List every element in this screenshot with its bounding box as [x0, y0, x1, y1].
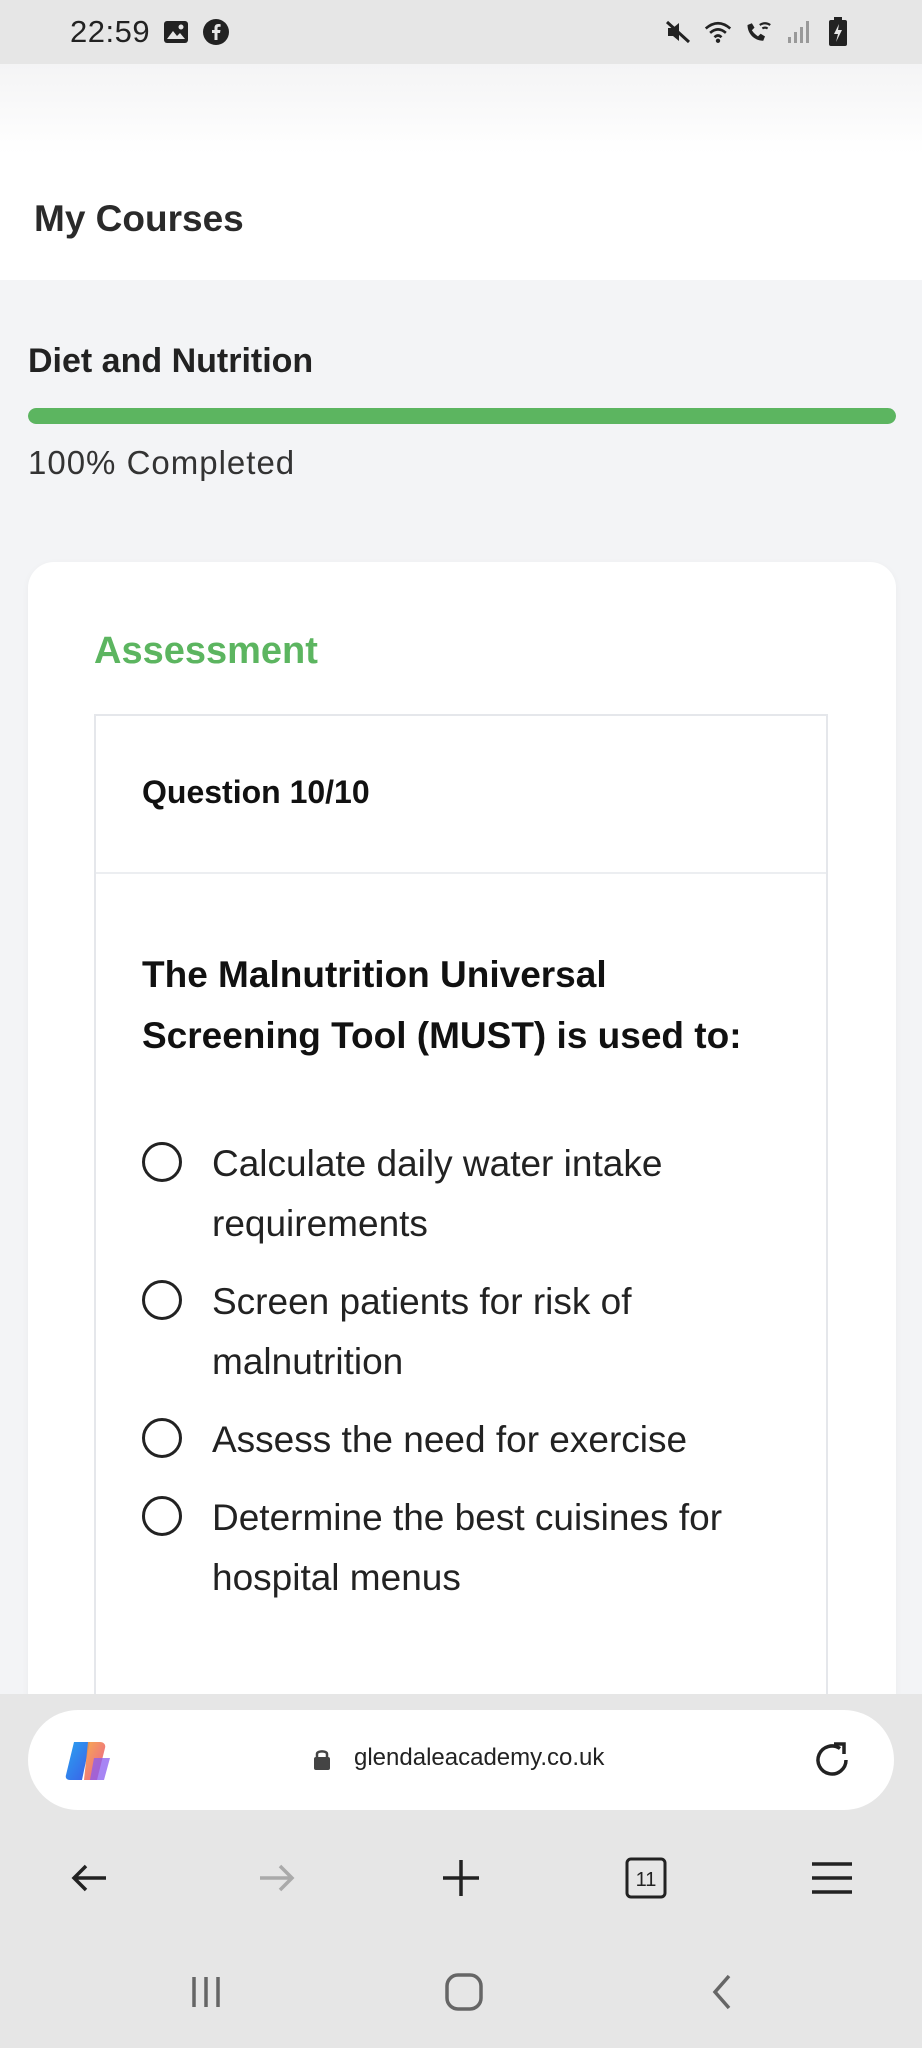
wifi-icon: [704, 18, 732, 46]
answer-option-label: Determine the best cuisines for hospital…: [212, 1497, 723, 1598]
answer-option[interactable]: Screen patients for risk of malnutrition: [142, 1272, 802, 1392]
home-icon[interactable]: [434, 1952, 494, 2032]
radio-button[interactable]: [142, 1496, 182, 1536]
new-tab-plus-icon[interactable]: [427, 1844, 495, 1912]
answer-option-label: Calculate daily water intake requirement…: [212, 1143, 663, 1244]
radio-button[interactable]: [142, 1142, 182, 1182]
mute-icon: [664, 18, 692, 46]
back-icon[interactable]: [692, 1952, 752, 2032]
page-header: My Courses: [0, 154, 922, 280]
answer-option-label: Assess the need for exercise: [212, 1419, 688, 1460]
back-arrow-icon[interactable]: [56, 1844, 124, 1912]
question-text: The Malnutrition Universal Screening Too…: [142, 954, 742, 1056]
answer-option[interactable]: Assess the need for exercise: [142, 1410, 802, 1470]
course-title: Diet and Nutrition: [28, 342, 314, 380]
question-box: Question 10/10 The Malnutrition Universa…: [94, 714, 828, 1814]
course-progress-label: 100% Completed: [28, 444, 296, 481]
forward-arrow-icon[interactable]: [242, 1844, 310, 1912]
question-number: Question 10/10: [142, 774, 370, 810]
tab-count: 11: [636, 1869, 657, 1891]
recent-apps-icon[interactable]: [176, 1952, 236, 2032]
page-title: My Courses: [34, 198, 244, 239]
battery-charging-icon: [824, 17, 852, 46]
status-right: [664, 17, 852, 46]
wifi-calling-icon: [744, 18, 772, 46]
url-text[interactable]: glendaleacademy.co.uk: [354, 1744, 604, 1772]
reload-icon[interactable]: [810, 1738, 854, 1782]
status-left: 22:59: [70, 14, 230, 50]
tab-switcher-icon[interactable]: 11: [612, 1844, 680, 1912]
lock-icon: [312, 1747, 332, 1771]
address-bar[interactable]: glendaleacademy.co.uk: [28, 1710, 894, 1810]
menu-icon[interactable]: [798, 1844, 866, 1912]
status-time: 22:59: [70, 14, 151, 49]
answer-option-label: Screen patients for risk of malnutrition: [212, 1281, 632, 1382]
assessment-heading: Assessment: [94, 630, 318, 672]
copilot-icon[interactable]: [64, 1738, 114, 1784]
page-top-fade: [0, 64, 922, 154]
facebook-icon: [202, 18, 230, 46]
browser-bottom-bar: glendaleacademy.co.uk 11: [0, 1694, 922, 2048]
answer-option[interactable]: Determine the best cuisines for hospital…: [142, 1488, 802, 1608]
status-bar: 22:59: [0, 0, 922, 64]
browser-toolbar: 11: [0, 1844, 922, 1912]
signal-icon: [784, 18, 812, 46]
radio-button[interactable]: [142, 1418, 182, 1458]
assessment-card: Assessment Question 10/10 The Malnutriti…: [28, 562, 896, 1814]
answer-option[interactable]: Calculate daily water intake requirement…: [142, 1134, 802, 1254]
question-header: Question 10/10: [96, 716, 826, 874]
answer-options: Calculate daily water intake requirement…: [142, 1134, 802, 1626]
gallery-icon: [162, 18, 190, 46]
course-progress-fill: [28, 408, 896, 424]
radio-button[interactable]: [142, 1280, 182, 1320]
course-progress-bar: [28, 408, 896, 424]
system-navigation-bar: [0, 1952, 922, 2032]
